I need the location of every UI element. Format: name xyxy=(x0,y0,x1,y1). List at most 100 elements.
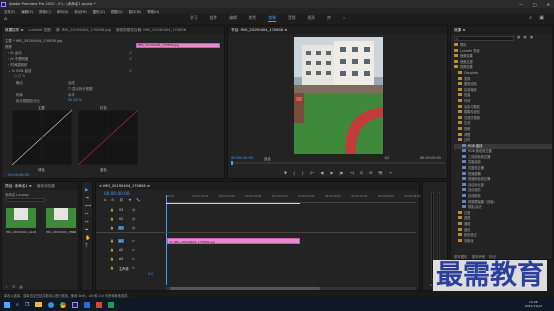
timeline-clip-v1[interactable]: fx IMG_20190404_170656.jpg xyxy=(167,238,300,244)
effect-row-rgb-curves[interactable]: ⌄ fx RGB 曲线 xyxy=(8,68,31,73)
project-item-thumb[interactable] xyxy=(46,208,76,228)
effect-controls-timecode[interactable]: ◦ 00:00:00:00 xyxy=(5,173,29,177)
track-header[interactable]: 🔒 V3 👁 xyxy=(96,208,166,215)
task-view-icon[interactable]: ❐ xyxy=(25,302,29,308)
app-taskbar-icon[interactable] xyxy=(108,301,115,308)
menu-help[interactable]: 帮助(H) xyxy=(147,9,159,14)
pencil-icon[interactable]: ✎ xyxy=(5,285,8,289)
master-curve-graph[interactable] xyxy=(12,110,72,165)
step-back-button[interactable]: ◀| xyxy=(320,170,324,175)
workspace-color[interactable]: 颜色 xyxy=(249,15,257,22)
tab-lumetri-scopes[interactable]: Lumetri 范围 xyxy=(29,28,51,33)
tab-source[interactable]: 源: IMG_20190404_170656.jpg xyxy=(56,28,111,33)
show-split-view-checkbox[interactable]: ☐ 显示拆分视图 xyxy=(68,86,92,91)
tab-markers[interactable]: 标记 xyxy=(489,254,496,259)
menu-edit[interactable]: 编辑(E) xyxy=(21,9,33,14)
windows-start-icon[interactable] xyxy=(4,301,10,308)
list-view-icon[interactable]: ☰ xyxy=(12,285,15,289)
timeline-timecode[interactable]: 00:00:00:00 xyxy=(104,191,130,196)
tab-effects[interactable]: 效果 ≡ xyxy=(454,28,465,33)
step-forward-button[interactable]: |▶ xyxy=(339,170,343,175)
premiere-taskbar-icon[interactable] xyxy=(72,301,79,308)
mute-button[interactable]: M xyxy=(132,266,135,270)
work-area-bar[interactable] xyxy=(166,203,300,204)
browser-icon[interactable] xyxy=(48,301,55,308)
workspace-graphics[interactable]: 图形 xyxy=(308,15,316,22)
timeline-zoom-bar[interactable] xyxy=(166,287,416,290)
solo-left-button[interactable]: S xyxy=(430,283,432,287)
more-workspaces-icon[interactable]: » xyxy=(343,15,345,22)
program-scrub-bar[interactable] xyxy=(231,161,445,165)
timeline-ruler[interactable]: 00:00 00:00:01:00 00:00:02:00 00:00:03:00 00… xyxy=(166,195,420,203)
effect-row-time-remap[interactable]: › 时间重映射 xyxy=(8,62,27,67)
app-taskbar-icon[interactable] xyxy=(96,301,103,308)
workspace-assembly[interactable]: 组件 xyxy=(210,15,218,22)
lock-icon[interactable]: 🔒 xyxy=(110,266,114,270)
workspace-effects[interactable]: 效果 xyxy=(268,15,276,22)
mute-button[interactable]: M xyxy=(132,239,135,243)
ripple-edit-tool-icon[interactable]: ⟺ xyxy=(85,204,91,209)
go-to-out-button[interactable]: →| xyxy=(350,170,354,175)
track-header[interactable]: 🔒 主声道 M xyxy=(96,266,166,273)
marker-icon[interactable]: ▼ xyxy=(129,198,132,202)
search-icon[interactable]: ⌕ xyxy=(529,15,532,21)
project-item-thumb[interactable] xyxy=(6,208,36,228)
layout-dropdown[interactable]: 水平 xyxy=(68,92,75,97)
workspace-editing[interactable]: 编辑 xyxy=(229,15,237,22)
linked-icon[interactable]: ⛓ xyxy=(119,198,123,202)
red-curve-graph[interactable] xyxy=(78,110,138,165)
track-select-tool-icon[interactable]: ⇥ xyxy=(85,196,91,201)
menu-view[interactable]: 视图(V) xyxy=(111,9,123,14)
eye-icon[interactable]: 👁 xyxy=(132,226,136,230)
workspace-learning[interactable]: 学习 xyxy=(190,15,198,22)
tab-audio-clip-mixer[interactable]: 音频剪辑混合器: IMG_20190404_170656 xyxy=(116,28,186,33)
lock-icon[interactable]: 🔒 xyxy=(110,239,114,243)
menu-graphics[interactable]: 图形(G) xyxy=(93,9,105,14)
close-button[interactable]: ✕ xyxy=(547,2,550,7)
mask-tools[interactable]: ○ □ ✎ xyxy=(14,74,25,78)
program-resolution-dropdown[interactable]: 1/2 xyxy=(384,156,389,160)
program-current-timecode[interactable]: 00:00:00:00 xyxy=(231,156,253,160)
wrench-icon[interactable]: 🔧 xyxy=(136,198,140,202)
lock-icon[interactable]: 🔒 xyxy=(110,226,114,230)
go-to-in-button[interactable]: |← xyxy=(310,170,314,175)
taskbar-clock[interactable]: 14:26 2021/11/24 xyxy=(525,300,542,308)
tab-program[interactable]: 节目: IMG_20190404_170656 ≡ xyxy=(231,28,287,33)
chrome-icon[interactable] xyxy=(60,301,67,308)
32bit-icon[interactable]: ▣ xyxy=(523,35,526,39)
mute-button[interactable]: M xyxy=(132,248,135,252)
tab-essential-sound[interactable]: 基本声音 xyxy=(472,254,486,259)
add-marker-button[interactable]: ▼ xyxy=(284,170,287,175)
eye-icon[interactable]: 👁 xyxy=(132,217,136,221)
home-icon[interactable]: ⌂ xyxy=(4,16,7,22)
search-taskbar-icon[interactable]: ⌕ xyxy=(16,302,19,308)
play-button[interactable]: ▶ xyxy=(330,170,333,175)
snap-icon[interactable]: ⋒ xyxy=(111,198,114,202)
maximize-button[interactable]: □ xyxy=(533,2,537,7)
minimize-button[interactable]: — xyxy=(519,2,523,7)
lock-icon[interactable]: 🔒 xyxy=(110,257,114,261)
file-explorer-icon[interactable] xyxy=(35,302,43,307)
menu-clip[interactable]: 剪辑(C) xyxy=(39,9,51,14)
effect-row-opacity[interactable]: › fx 不透明度 xyxy=(8,56,28,61)
track-header[interactable]: 🔒 A1 M xyxy=(96,239,166,246)
slip-tool-icon[interactable]: ↔ xyxy=(85,220,91,225)
app-taskbar-icon[interactable] xyxy=(84,301,91,308)
notification-icon[interactable]: ▣ xyxy=(539,15,544,21)
nest-icon[interactable]: ⧉ xyxy=(104,198,106,202)
project-search-field[interactable] xyxy=(5,198,45,202)
menu-window[interactable]: 窗口(W) xyxy=(129,9,142,14)
track-header[interactable]: 🔒 A2 M xyxy=(96,248,166,255)
mark-in-button[interactable]: { xyxy=(293,170,295,175)
master-track-value[interactable]: 0.0 xyxy=(148,272,153,276)
menu-file[interactable]: 文件(F) xyxy=(4,9,15,14)
razor-tool-icon[interactable]: ✂ xyxy=(85,212,91,217)
lift-button[interactable]: ⊡ xyxy=(360,170,363,175)
type-tool-icon[interactable]: T xyxy=(85,244,91,249)
tab-essential-graphics[interactable]: 基本图形 xyxy=(454,254,468,259)
pen-tool-icon[interactable]: ✒ xyxy=(85,228,91,233)
tab-effect-controls[interactable]: 效果控件 ≡ xyxy=(5,28,24,33)
playhead-marker[interactable] xyxy=(231,161,233,165)
accelerated-icon[interactable]: ▣ xyxy=(517,35,520,39)
effect-row-motion[interactable]: › fx 运动 xyxy=(8,50,22,55)
